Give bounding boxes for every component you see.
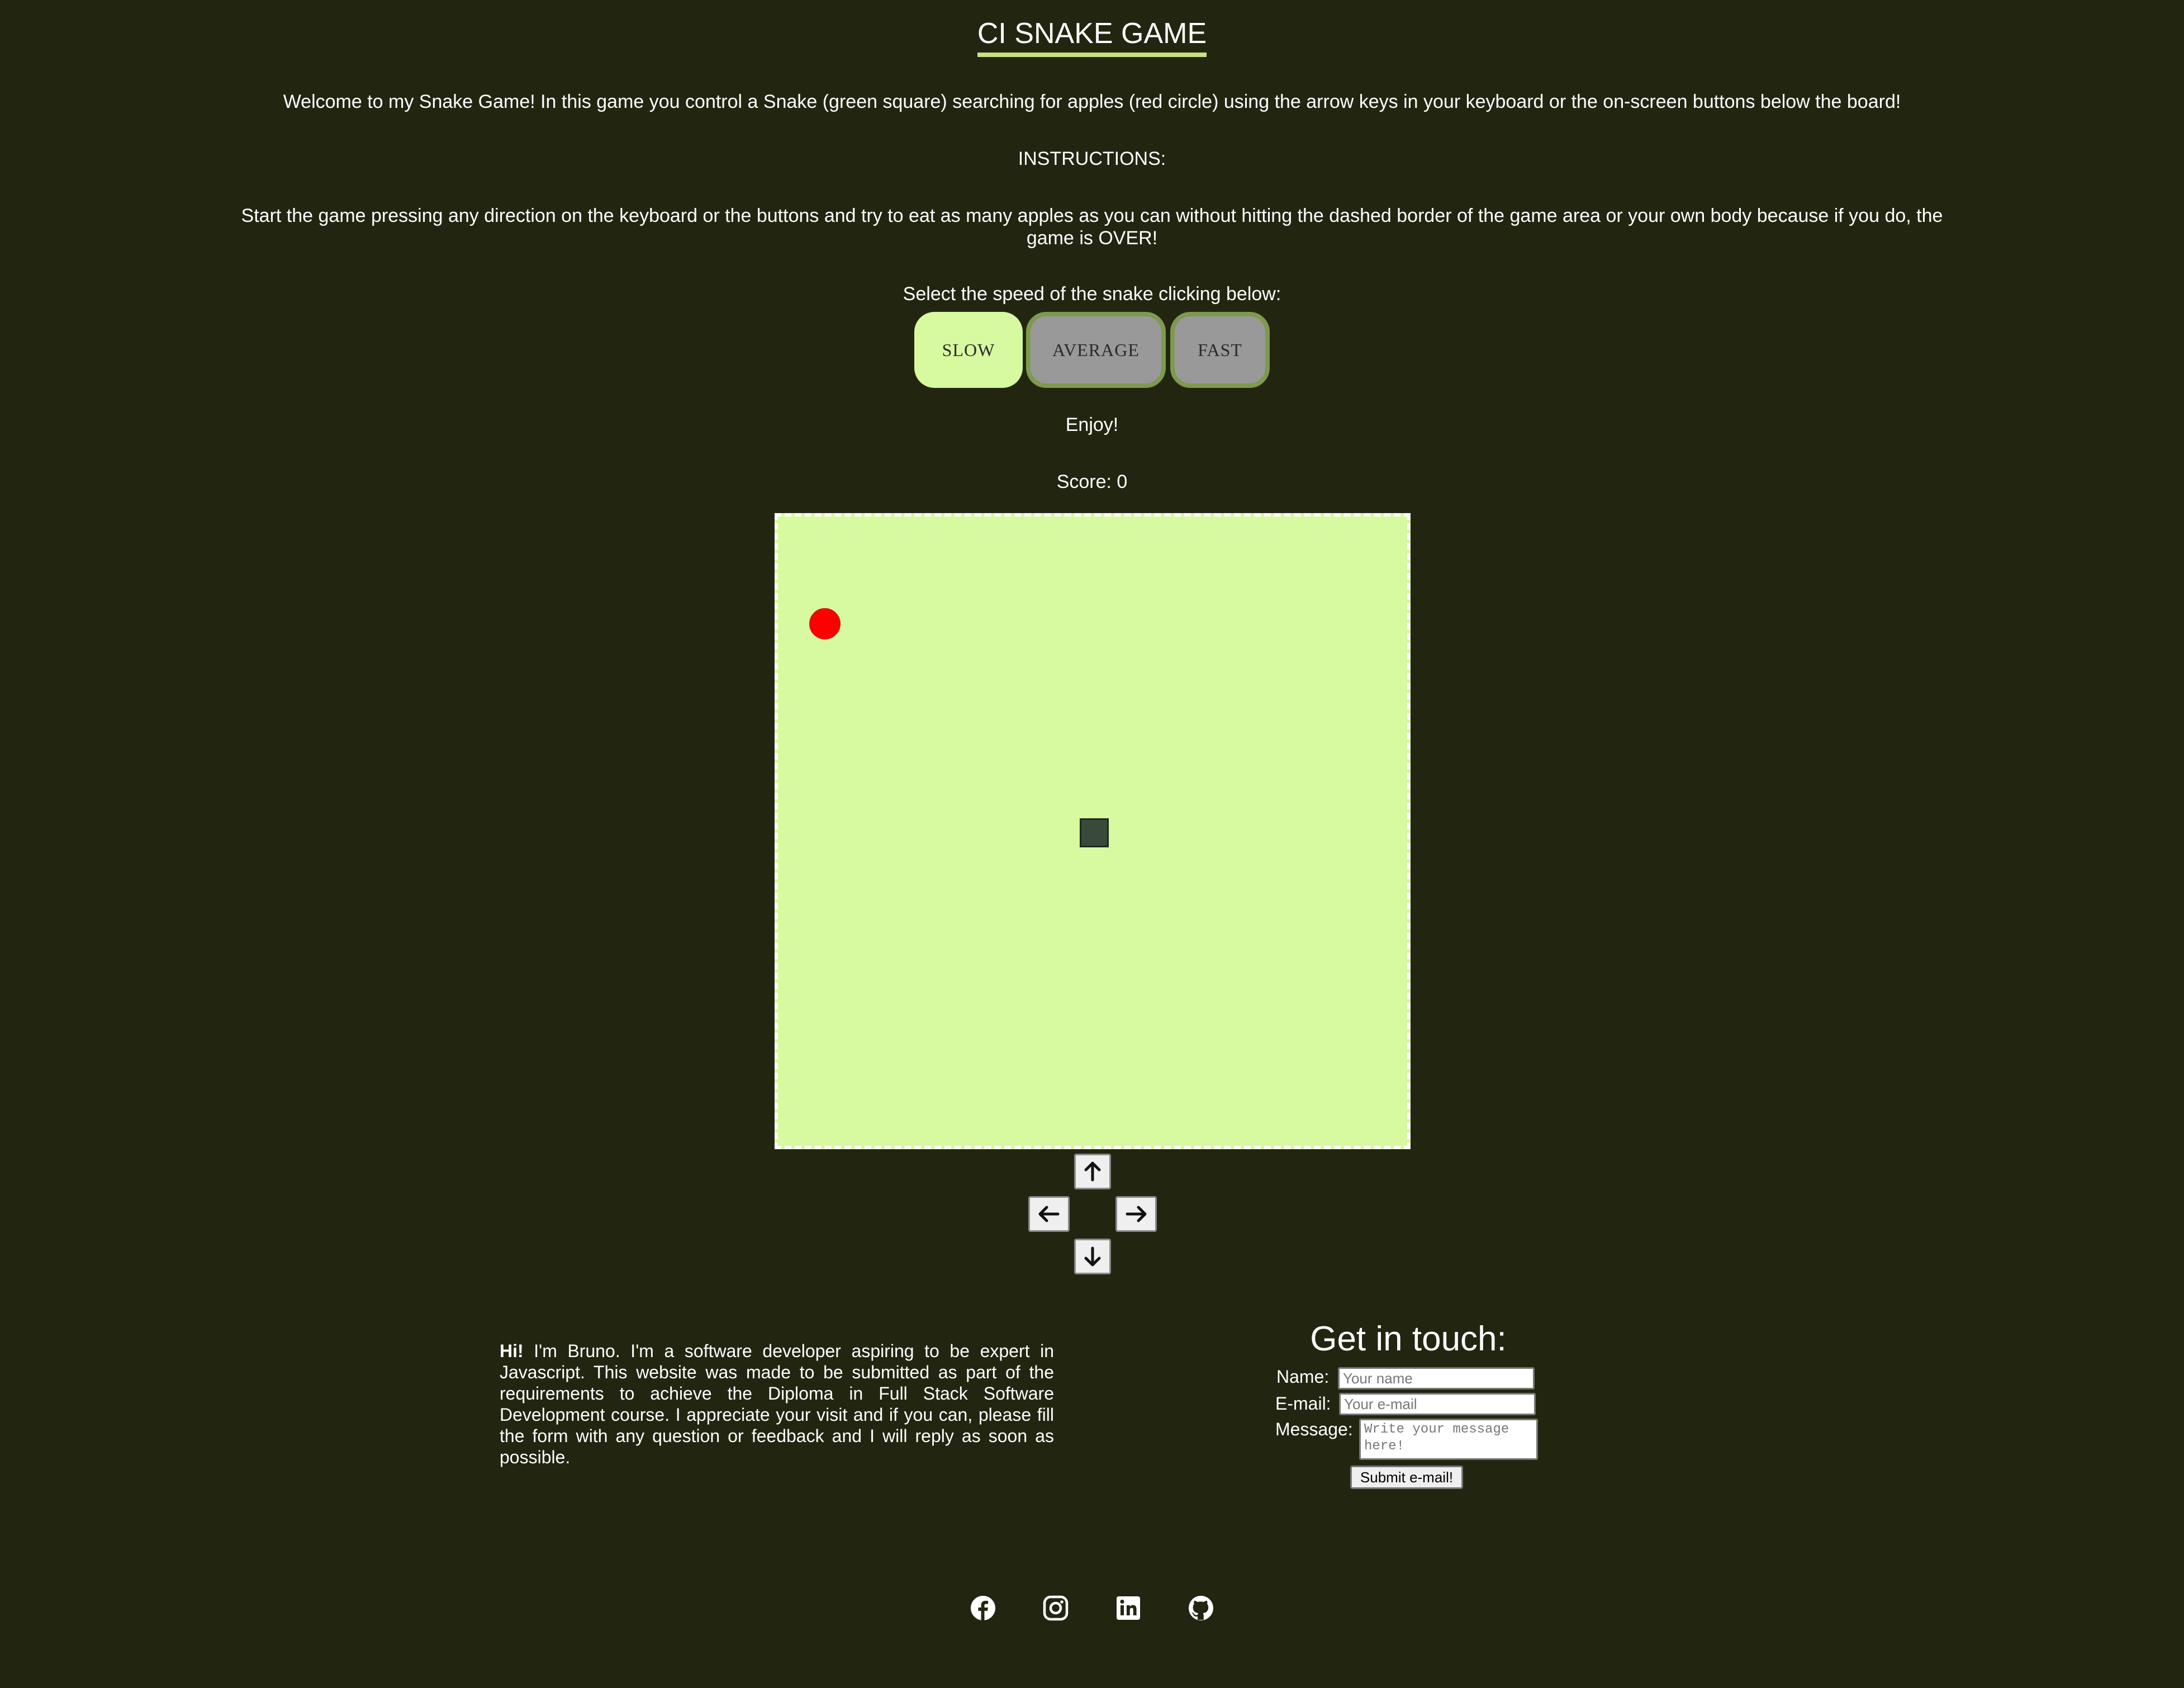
linkedin-icon	[1117, 1596, 1140, 1620]
up-button[interactable]	[1074, 1154, 1111, 1189]
game-board[interactable]	[775, 513, 1411, 1149]
github-icon	[1189, 1596, 1213, 1620]
email-input[interactable]	[1339, 1393, 1536, 1415]
instructions-heading: INSTRUCTIONS:	[1018, 148, 1166, 169]
enjoy-text: Enjoy!	[1065, 414, 1119, 435]
github-link[interactable]	[1187, 1594, 1215, 1622]
facebook-link[interactable]	[969, 1594, 997, 1622]
right-button[interactable]	[1115, 1196, 1157, 1232]
message-label: Message:	[1275, 1419, 1353, 1439]
speed-average-button[interactable]: AVERAGE	[1026, 312, 1166, 388]
name-input[interactable]	[1338, 1367, 1535, 1390]
snake-head	[1080, 818, 1109, 847]
page-title: CI SNAKE GAME	[0, 17, 2184, 57]
message-textarea[interactable]	[1359, 1419, 1538, 1460]
down-button[interactable]	[1074, 1239, 1111, 1274]
about-text: Hi! I'm Bruno. I'm a software developer …	[500, 1340, 1054, 1468]
apple	[809, 608, 841, 639]
instructions-text: Start the game pressing any direction on…	[241, 205, 1943, 249]
contact-title: Get in touch:	[1310, 1320, 1507, 1358]
submit-email-button[interactable]: Submit e-mail!	[1350, 1466, 1463, 1489]
about-greeting: Hi!	[500, 1341, 524, 1361]
instagram-link[interactable]	[1042, 1594, 1070, 1622]
speed-slow-button[interactable]: SLOW	[914, 312, 1023, 388]
email-label: E-mail:	[1275, 1393, 1331, 1414]
speed-fast-button[interactable]: FAST	[1170, 312, 1270, 388]
score-display: Score: 0	[1056, 471, 1128, 492]
name-label: Name:	[1276, 1367, 1330, 1387]
arrow-up-icon	[1084, 1161, 1101, 1182]
arrow-left-icon	[1038, 1206, 1060, 1222]
welcome-text: Welcome to my Snake Game! In this game y…	[283, 91, 1901, 112]
page-title-text: CI SNAKE GAME	[977, 17, 1207, 57]
linkedin-link[interactable]	[1114, 1594, 1142, 1622]
instagram-icon	[1043, 1595, 1069, 1621]
arrow-right-icon	[1126, 1206, 1147, 1222]
arrow-down-icon	[1084, 1246, 1101, 1267]
speed-prompt: Select the speed of the snake clicking b…	[903, 283, 1281, 305]
facebook-icon	[971, 1596, 995, 1620]
left-button[interactable]	[1028, 1196, 1070, 1232]
about-body: I'm Bruno. I'm a software developer aspi…	[500, 1341, 1054, 1467]
